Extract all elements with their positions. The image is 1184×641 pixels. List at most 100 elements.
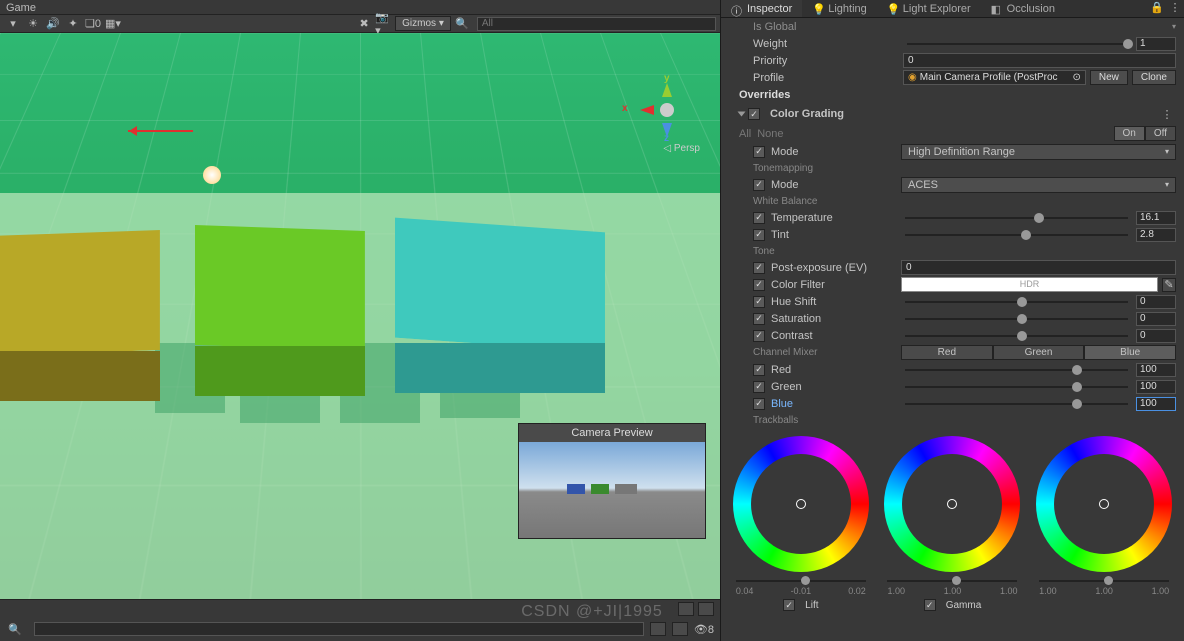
tools-icon[interactable]: ✖	[355, 17, 373, 31]
none-button[interactable]: None	[757, 128, 783, 140]
lighting-icon[interactable]: ☀	[24, 17, 42, 31]
mixer-tab-red[interactable]: Red	[901, 345, 993, 360]
mode-check[interactable]	[753, 146, 765, 158]
all-button[interactable]: All	[739, 128, 751, 140]
contrast-slider[interactable]	[905, 335, 1128, 337]
projection-label[interactable]: ◁ Persp	[663, 143, 700, 154]
mixer-tab-blue[interactable]: Blue	[1084, 345, 1176, 360]
temperature-check[interactable]	[753, 212, 765, 224]
temperature-input[interactable]	[1136, 211, 1176, 225]
tab-lighting[interactable]: 💡Lighting	[802, 0, 877, 17]
weight-input[interactable]	[1136, 37, 1176, 51]
grid-icon[interactable]: ▦▾	[104, 17, 122, 31]
tint-slider[interactable]	[905, 234, 1128, 236]
project-search-input[interactable]	[34, 622, 644, 636]
tonemap-mode-check[interactable]	[753, 179, 765, 191]
shaded-mode-icon[interactable]: ▾	[4, 17, 22, 31]
profile-field[interactable]: ◉Main Camera Profile (PostProc⊙	[903, 70, 1086, 85]
eyedropper-icon[interactable]: ✎	[1162, 278, 1176, 292]
color-grading-enable[interactable]	[748, 108, 760, 120]
light-gizmo[interactable]	[195, 118, 235, 158]
gain-tick-1: 1.00	[1095, 586, 1113, 596]
weight-slider[interactable]	[907, 43, 1128, 45]
mixer-blue-slider[interactable]	[905, 403, 1128, 405]
game-tab[interactable]: Game	[0, 0, 720, 15]
inspector-tabs: ⓘInspector 💡Lighting 💡Light Explorer ◧Oc…	[721, 0, 1184, 18]
post-exposure-check[interactable]	[753, 262, 765, 274]
maximize-icon[interactable]	[678, 602, 694, 616]
saturation-check[interactable]	[753, 313, 765, 325]
off-toggle[interactable]: Off	[1145, 126, 1176, 141]
foldout-arrow-icon	[738, 112, 746, 117]
audio-icon[interactable]: 🔊	[44, 17, 62, 31]
lock-icon[interactable]: 🔒	[1148, 0, 1166, 14]
mixer-red-input[interactable]	[1136, 363, 1176, 377]
mixer-tab-green[interactable]: Green	[993, 345, 1085, 360]
x-axis-handle[interactable]	[128, 130, 193, 132]
contrast-check[interactable]	[753, 330, 765, 342]
menu-icon[interactable]: ⋮	[1166, 0, 1184, 14]
temperature-slider[interactable]	[905, 217, 1128, 219]
lift-check[interactable]	[783, 599, 795, 611]
gamma-label: Gamma	[946, 600, 982, 611]
gain-trackball[interactable]	[1036, 436, 1172, 572]
mixer-red-check[interactable]	[753, 364, 765, 376]
tab-occlusion[interactable]: ◧Occlusion	[981, 0, 1065, 17]
saturation-input[interactable]	[1136, 312, 1176, 326]
saturation-slider[interactable]	[905, 318, 1128, 320]
tab-light-explorer[interactable]: 💡Light Explorer	[877, 0, 981, 17]
orientation-gizmo[interactable]: x y z	[632, 75, 702, 145]
color-filter-check[interactable]	[753, 279, 765, 291]
camera-icon[interactable]: 📷▾	[375, 17, 393, 31]
gain-slider[interactable]	[1039, 580, 1169, 582]
layers-icon[interactable]: ❏0	[84, 17, 102, 31]
color-grading-foldout[interactable]: Color Grading ⋮	[721, 104, 1184, 124]
camera-preview-title: Camera Preview	[519, 424, 705, 442]
contrast-input[interactable]	[1136, 329, 1176, 343]
lock-icon[interactable]	[698, 602, 714, 616]
camera-preview-render	[519, 442, 705, 538]
mixer-blue-input[interactable]	[1136, 397, 1176, 411]
tonemapping-header: Tonemapping	[721, 160, 1184, 176]
clone-button[interactable]: Clone	[1132, 70, 1176, 85]
post-exposure-input[interactable]: 0	[901, 260, 1176, 275]
tonemap-mode-dropdown[interactable]: ACES	[901, 177, 1176, 193]
gamma-trackball[interactable]	[884, 436, 1020, 572]
scene-search-input[interactable]	[477, 17, 716, 31]
mixer-green-label: Green	[771, 381, 901, 393]
gain-tick-2: 1.00	[1152, 586, 1170, 596]
mode-dropdown[interactable]: High Definition Range	[901, 144, 1176, 160]
weight-label: Weight	[753, 38, 903, 50]
tint-input[interactable]	[1136, 228, 1176, 242]
lift-trackball[interactable]	[733, 436, 869, 572]
gamma-slider[interactable]	[887, 580, 1017, 582]
color-filter-swatch[interactable]: HDR	[901, 277, 1158, 292]
hue-shift-input[interactable]	[1136, 295, 1176, 309]
hue-shift-slider[interactable]	[905, 301, 1128, 303]
mixer-green-input[interactable]	[1136, 380, 1176, 394]
new-button[interactable]: New	[1090, 70, 1128, 85]
fx-icon[interactable]: ✦	[64, 17, 82, 31]
on-toggle[interactable]: On	[1114, 126, 1145, 141]
hidden-count: 👁8	[694, 623, 714, 636]
gamma-check[interactable]	[924, 599, 936, 611]
mixer-green-slider[interactable]	[905, 386, 1128, 388]
scene-viewport[interactable]: x y z ◁ Persp Camera Preview	[0, 33, 720, 599]
hue-shift-check[interactable]	[753, 296, 765, 308]
mixer-red-slider[interactable]	[905, 369, 1128, 371]
lift-slider[interactable]	[736, 580, 866, 582]
mixer-green-check[interactable]	[753, 381, 765, 393]
tint-check[interactable]	[753, 229, 765, 241]
visibility-icon[interactable]	[672, 622, 688, 636]
priority-input[interactable]: 0	[903, 53, 1176, 68]
tab-inspector[interactable]: ⓘInspector	[721, 0, 802, 17]
gamma-tick-1: 1.00	[944, 586, 962, 596]
priority-label: Priority	[753, 55, 903, 67]
filter-icon[interactable]	[650, 622, 666, 636]
gain-tick-0: 1.00	[1039, 586, 1057, 596]
color-grading-title: Color Grading	[770, 108, 844, 120]
inspector-icon: ⓘ	[731, 3, 743, 15]
gizmos-dropdown[interactable]: Gizmos ▾	[395, 16, 451, 31]
kebab-icon[interactable]: ⋮	[1158, 107, 1176, 121]
mixer-blue-check[interactable]	[753, 398, 765, 410]
